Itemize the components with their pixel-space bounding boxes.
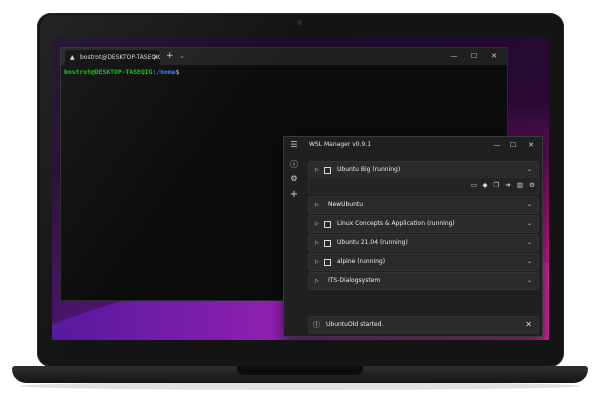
- minimize-button[interactable]: —: [445, 48, 463, 65]
- distro-name: Ubuntu Big (running): [337, 166, 401, 173]
- laptop-shadow: [20, 382, 580, 390]
- distro-actions: ▭ ◆ ❐ ➜ ▥ ⚙: [308, 178, 539, 194]
- distro-name: ITS-Dialogsystem: [328, 277, 381, 284]
- prompt-user: bostrot@DESKTOP-TASEQIG: [64, 68, 153, 76]
- stop-icon[interactable]: [324, 167, 331, 174]
- terminal-tab[interactable]: ▲ bostrot@DESKTOP-TASEQIG: /h ✕: [65, 50, 160, 65]
- desktop-screen: ▲ bostrot@DESKTOP-TASEQIG: /h ✕ + ⌄ — ☐ …: [52, 37, 549, 340]
- distro-name: Linux Concepts & Application (running): [337, 220, 455, 227]
- distro-row[interactable]: ▷ alpine (running) ⌄: [308, 253, 539, 271]
- folder-icon[interactable]: ▭: [469, 178, 479, 193]
- chevron-down-icon[interactable]: ⌄: [527, 197, 532, 213]
- distro-name: alpine (running): [337, 258, 386, 265]
- chevron-down-icon[interactable]: ⌄: [527, 235, 532, 251]
- distro-row[interactable]: ▷ Linux Concepts & Application (running)…: [308, 215, 539, 233]
- laptop-hinge-notch: [237, 366, 363, 375]
- copy-icon[interactable]: ❐: [491, 178, 501, 193]
- webcam: [297, 20, 302, 25]
- new-tab-button[interactable]: +: [166, 48, 174, 65]
- stop-icon[interactable]: [324, 240, 331, 247]
- play-icon[interactable]: ▷: [315, 254, 319, 270]
- menu-icon[interactable]: ☰: [287, 140, 301, 149]
- distro-name: NewUbuntu: [328, 201, 364, 208]
- terminal-titlebar[interactable]: ▲ bostrot@DESKTOP-TASEQIG: /h ✕ + ⌄ — ☐ …: [61, 48, 507, 65]
- open-terminal-icon[interactable]: ➜: [503, 178, 513, 193]
- play-icon[interactable]: ▷: [315, 162, 319, 178]
- info-icon[interactable]: ⓘ: [287, 159, 301, 170]
- distro-row[interactable]: ▷ NewUbuntu ⌄: [308, 196, 539, 214]
- status-bar: ⓘ UbuntuOld started. ✕: [308, 316, 539, 334]
- play-icon[interactable]: ▷: [315, 197, 319, 213]
- linux-icon: ▲: [70, 54, 75, 61]
- play-icon[interactable]: ▷: [315, 273, 319, 289]
- wsl-manager-window[interactable]: ☰ WSL Manager v0.9.1 — ☐ ✕ ⓘ ⚙ + ▷ Ubunt…: [283, 136, 543, 337]
- delete-icon[interactable]: ▥: [515, 178, 525, 193]
- distro-row[interactable]: ▷ Ubuntu 21.04 (running) ⌄: [308, 234, 539, 252]
- dismiss-status-button[interactable]: ✕: [525, 317, 532, 333]
- maximize-button[interactable]: ☐: [506, 137, 520, 153]
- tab-close-icon[interactable]: ✕: [153, 50, 158, 65]
- distro-row[interactable]: ▷ ITS-Dialogsystem ⌄: [308, 272, 539, 290]
- chevron-down-icon[interactable]: ⌄: [527, 254, 532, 270]
- prompt-dollar: $: [175, 68, 180, 76]
- settings-icon[interactable]: ⚙: [287, 174, 301, 183]
- minimize-button[interactable]: —: [490, 137, 504, 153]
- maximize-button[interactable]: ☐: [465, 48, 483, 65]
- add-icon[interactable]: +: [287, 189, 301, 200]
- window-title: WSL Manager v0.9.1: [309, 141, 372, 148]
- distro-row[interactable]: ▷ Ubuntu Big (running) ⌄: [308, 161, 539, 179]
- status-message: UbuntuOld started.: [326, 321, 384, 328]
- info-icon: ⓘ: [313, 321, 320, 329]
- stop-icon[interactable]: [324, 259, 331, 266]
- close-button[interactable]: ✕: [524, 137, 538, 153]
- terminal-tab-title: bostrot@DESKTOP-TASEQIG: /h: [80, 54, 160, 61]
- chevron-down-icon[interactable]: ⌄: [527, 216, 532, 232]
- distro-name: Ubuntu 21.04 (running): [337, 239, 408, 246]
- play-icon[interactable]: ▷: [315, 216, 319, 232]
- play-icon[interactable]: ▷: [315, 235, 319, 251]
- terminal-output[interactable]: bostrot@DESKTOP-TASEQIG:/home$: [64, 68, 179, 76]
- chevron-down-icon[interactable]: ⌄: [527, 162, 532, 178]
- stop-icon[interactable]: [324, 221, 331, 228]
- prompt-path: /home: [156, 68, 176, 76]
- chevron-down-icon[interactable]: ⌄: [179, 48, 185, 65]
- vscode-icon[interactable]: ◆: [480, 178, 490, 193]
- chevron-down-icon[interactable]: ⌄: [527, 273, 532, 289]
- close-button[interactable]: ✕: [485, 48, 503, 65]
- gear-icon[interactable]: ⚙: [527, 178, 537, 193]
